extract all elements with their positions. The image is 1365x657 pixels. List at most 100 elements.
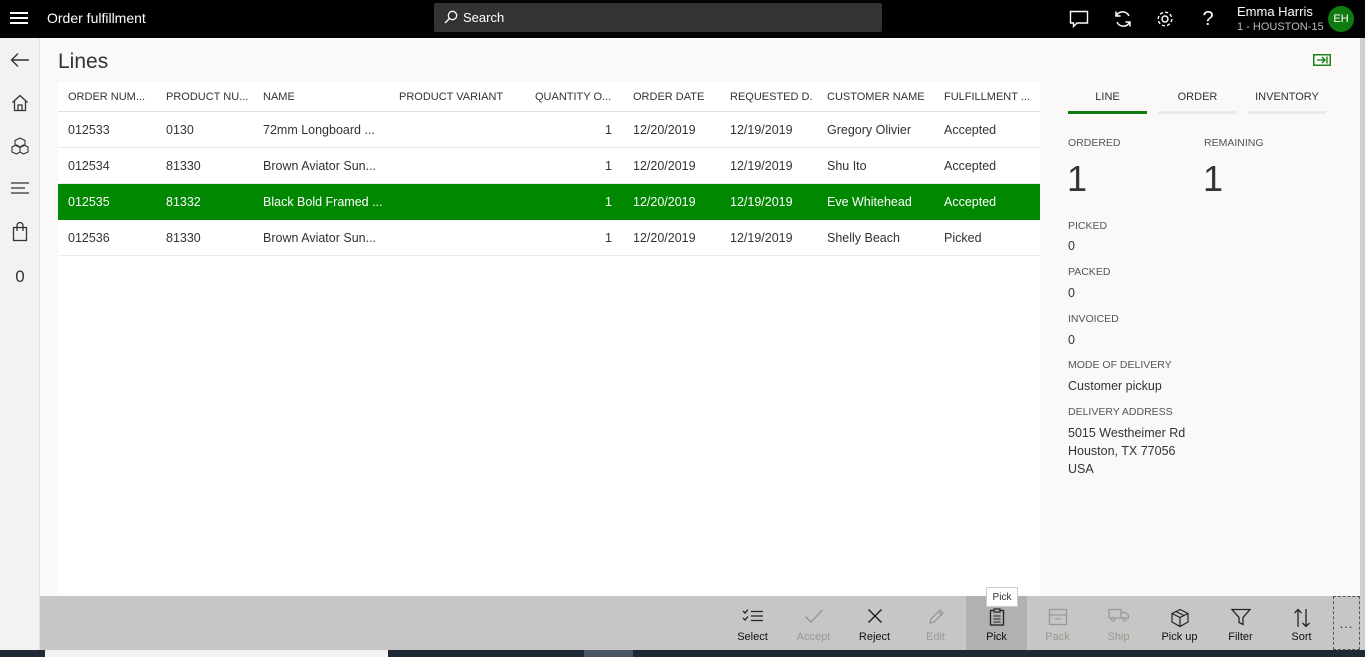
column-header[interactable]: CUSTOMER NAME — [827, 82, 932, 111]
pick-tooltip: Pick — [986, 587, 1018, 607]
tab-inventory[interactable]: INVENTORY — [1248, 88, 1326, 114]
taskbar-strip — [0, 650, 1365, 657]
mode-of-delivery-label: MODE OF DELIVERY — [1068, 359, 1172, 371]
pick-label: Pick — [986, 631, 1007, 643]
cell-name: Brown Aviator Sun... — [263, 158, 377, 173]
back-arrow-icon[interactable] — [0, 45, 40, 75]
delivery-address-line2: Houston, TX 77056 — [1068, 444, 1176, 458]
invoiced-value: 0 — [1068, 333, 1075, 347]
select-checklist-icon — [722, 608, 783, 624]
package-icon — [1027, 608, 1088, 626]
ordered-label: ORDERED — [1068, 137, 1121, 149]
reject-button[interactable]: Reject — [844, 596, 905, 650]
cell-customer-name: Eve Whitehead — [827, 194, 912, 209]
box-pickup-icon — [1149, 608, 1210, 628]
cell-product-variant — [399, 220, 519, 255]
column-header[interactable]: PRODUCT VARIANT — [399, 82, 519, 111]
command-bar: Select Accept Reject Edit Pick Pack Ship… — [40, 596, 1360, 650]
table-row[interactable]: 012533 0130 72mm Longboard ... 1 12/20/2… — [58, 112, 1040, 148]
column-header[interactable]: PRODUCT NU... — [166, 82, 248, 111]
shopping-bag-icon[interactable] — [0, 217, 40, 247]
column-header[interactable]: ORDER NUM... — [68, 82, 148, 111]
hamburger-menu-icon[interactable] — [8, 7, 30, 29]
pick-up-label: Pick up — [1161, 631, 1198, 643]
cell-order-date: 12/20/2019 — [633, 122, 696, 137]
products-boxes-icon[interactable] — [0, 131, 40, 161]
cell-requested-date: 12/19/2019 — [730, 230, 793, 245]
cell-order-number: 012536 — [68, 230, 110, 245]
settings-gear-icon[interactable] — [1152, 6, 1178, 32]
user-name[interactable]: Emma Harris — [1237, 4, 1313, 19]
cell-order-date: 12/20/2019 — [633, 158, 696, 173]
cell-quantity: 1 — [605, 158, 612, 173]
sort-arrows-icon — [1271, 608, 1332, 628]
nav-count[interactable]: 0 — [0, 262, 40, 292]
close-x-icon — [844, 608, 905, 624]
ship-button[interactable]: Ship — [1088, 596, 1149, 650]
tab-order[interactable]: ORDER — [1158, 88, 1237, 114]
cell-fulfillment-status: Picked — [944, 230, 982, 245]
search-placeholder: Search — [463, 10, 505, 25]
expand-pane-icon[interactable] — [1313, 53, 1331, 71]
cell-name: Black Bold Framed ... — [263, 194, 383, 209]
list-icon[interactable] — [0, 173, 40, 203]
cell-order-date: 12/20/2019 — [633, 194, 696, 209]
cell-order-number: 012535 — [68, 194, 110, 209]
pencil-icon — [905, 608, 966, 626]
cell-quantity: 1 — [605, 194, 612, 209]
pack-button[interactable]: Pack — [1027, 596, 1088, 650]
cell-product-variant — [399, 112, 519, 147]
delivery-address-line3: USA — [1068, 462, 1094, 476]
cell-name: Brown Aviator Sun... — [263, 230, 377, 245]
funnel-filter-icon — [1210, 608, 1271, 626]
reject-label: Reject — [858, 631, 891, 643]
cell-product-number: 81330 — [166, 230, 201, 245]
pick-up-button[interactable]: Pick up — [1149, 596, 1210, 650]
cell-product-number: 81330 — [166, 158, 201, 173]
cell-fulfillment-status: Accepted — [944, 194, 997, 209]
refresh-icon[interactable] — [1110, 6, 1136, 32]
column-header[interactable]: QUANTITY O... — [535, 82, 615, 111]
delivery-address-line1: 5015 Westheimer Rd — [1068, 426, 1186, 440]
filter-label: Filter — [1228, 631, 1253, 643]
tab-line[interactable]: LINE — [1068, 88, 1147, 114]
accept-button[interactable]: Accept — [783, 596, 844, 650]
table-row-selected[interactable]: 012535 81332 Black Bold Framed ... 1 12/… — [58, 184, 1040, 220]
home-icon[interactable] — [0, 88, 40, 118]
cell-customer-name: Shelly Beach — [827, 230, 900, 245]
sort-button[interactable]: Sort — [1271, 596, 1332, 650]
cell-order-number: 012534 — [68, 158, 110, 173]
left-nav: 0 — [0, 38, 40, 657]
mode-of-delivery-value: Customer pickup — [1068, 379, 1162, 393]
cell-product-variant — [399, 148, 519, 183]
help-icon[interactable]: ? — [1195, 6, 1221, 32]
window-scrollbar[interactable] — [1360, 38, 1365, 650]
more-options-button[interactable]: ... — [1333, 596, 1360, 650]
column-header[interactable]: FULFILLMENT ... — [944, 82, 1034, 111]
edit-label: Edit — [926, 631, 945, 643]
pack-label: Pack — [1045, 631, 1070, 643]
column-header[interactable]: ORDER DATE — [633, 82, 713, 111]
search-box[interactable]: Search — [434, 3, 882, 32]
ship-label: Ship — [1107, 631, 1130, 643]
cell-order-number: 012533 — [68, 122, 110, 137]
cell-product-number: 81332 — [166, 194, 201, 209]
table-row[interactable]: 012536 81330 Brown Aviator Sun... 1 12/2… — [58, 220, 1040, 256]
table-row[interactable]: 012534 81330 Brown Aviator Sun... 1 12/2… — [58, 148, 1040, 184]
packed-label: PACKED — [1068, 266, 1111, 278]
feedback-icon[interactable] — [1066, 6, 1092, 32]
invoiced-label: INVOICED — [1068, 313, 1119, 325]
cell-product-number: 0130 — [166, 122, 194, 137]
avatar[interactable]: EH — [1328, 6, 1354, 32]
truck-icon — [1088, 608, 1149, 622]
column-header[interactable]: REQUESTED D... — [730, 82, 812, 111]
cell-customer-name: Shu Ito — [827, 158, 867, 173]
cell-fulfillment-status: Accepted — [944, 158, 997, 173]
cell-requested-date: 12/19/2019 — [730, 122, 793, 137]
filter-button[interactable]: Filter — [1210, 596, 1271, 650]
edit-button[interactable]: Edit — [905, 596, 966, 650]
cell-order-date: 12/20/2019 — [633, 230, 696, 245]
user-store: 1 - HOUSTON-15 — [1237, 21, 1324, 33]
column-header[interactable]: NAME — [263, 82, 383, 111]
select-button[interactable]: Select — [722, 596, 783, 650]
